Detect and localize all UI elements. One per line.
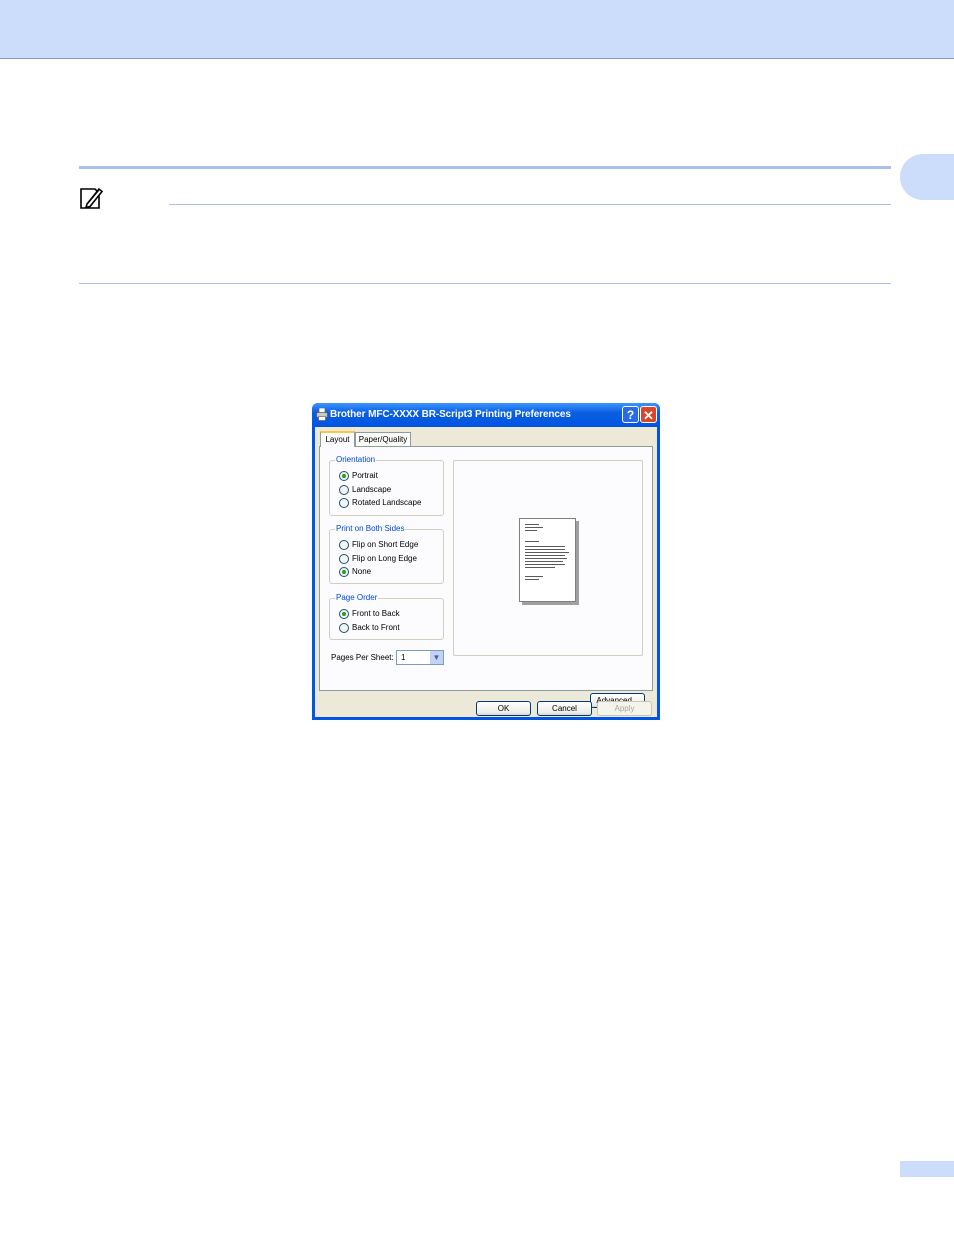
- text-line-icon: [525, 561, 563, 562]
- dialog-title: Brother MFC-XXXX BR-Script3 Printing Pre…: [330, 409, 571, 420]
- text-line-icon: [525, 555, 565, 556]
- pages-per-sheet-select[interactable]: 1 ▼: [396, 650, 444, 665]
- radio-button-icon[interactable]: [339, 498, 349, 508]
- tab-layout[interactable]: Layout: [320, 431, 355, 447]
- close-button[interactable]: ✕: [640, 406, 657, 423]
- note-rule-bottom: [79, 283, 891, 284]
- radio-label: Rotated Landscape: [352, 498, 422, 507]
- chevron-down-icon[interactable]: ▼: [430, 651, 443, 664]
- section-rule: [79, 166, 891, 169]
- radio-button-icon[interactable]: [339, 471, 349, 481]
- radio-label: Front to Back: [352, 609, 400, 618]
- orientation-group-label: Orientation: [335, 455, 377, 465]
- radio-label: Flip on Short Edge: [352, 540, 419, 549]
- cancel-button[interactable]: Cancel: [537, 701, 592, 716]
- chapter-tab: [900, 154, 954, 200]
- pages-per-sheet-label: Pages Per Sheet:: [331, 653, 394, 662]
- header-band: [0, 0, 954, 59]
- page-order-group-label: Page Order: [335, 593, 379, 603]
- radio-label: Back to Front: [352, 623, 400, 632]
- printing-preferences-dialog: Brother MFC-XXXX BR-Script3 Printing Pre…: [312, 403, 660, 720]
- ok-button[interactable]: OK: [476, 701, 531, 716]
- radio-label: Landscape: [352, 485, 392, 494]
- layout-preview: [453, 460, 643, 656]
- help-button[interactable]: ?: [622, 406, 639, 423]
- radio-label: None: [352, 567, 372, 576]
- radio-label: Portrait: [352, 471, 378, 480]
- both-sides-group-label: Print on Both Sides: [335, 524, 406, 534]
- note-rule-top: [169, 204, 891, 205]
- orientation-group: Orientation Portrait Landscape Rotated L…: [329, 455, 444, 516]
- printer-icon: [316, 408, 328, 421]
- print-on-both-sides-group: Print on Both Sides Flip on Short Edge F…: [329, 524, 444, 584]
- text-line-icon: [525, 579, 539, 580]
- text-line-icon: [525, 564, 565, 565]
- text-line-icon: [525, 576, 543, 577]
- text-line-icon: [525, 530, 537, 531]
- page-number-tab: [900, 1161, 954, 1177]
- radio-button-icon[interactable]: [339, 567, 349, 577]
- text-line-icon: [525, 558, 567, 559]
- radio-button-icon[interactable]: [339, 554, 349, 564]
- radio-button-icon[interactable]: [339, 485, 349, 495]
- apply-button[interactable]: Apply: [597, 701, 652, 716]
- page-preview-icon: [519, 518, 576, 602]
- dialog-titlebar[interactable]: Brother MFC-XXXX BR-Script3 Printing Pre…: [312, 403, 660, 427]
- page-order-group: Page Order Front to Back Back to Front: [329, 593, 444, 640]
- note-pencil-icon: [80, 187, 104, 209]
- tab-paper-quality[interactable]: Paper/Quality: [355, 432, 411, 446]
- text-line-icon: [525, 527, 543, 528]
- radio-button-icon[interactable]: [339, 623, 349, 633]
- text-line-icon: [525, 567, 555, 568]
- text-line-icon: [525, 546, 565, 547]
- layout-tab-panel: Orientation Portrait Landscape Rotated L…: [319, 446, 653, 708]
- pages-per-sheet-value: 1: [401, 653, 406, 662]
- radio-button-icon[interactable]: [339, 609, 349, 619]
- text-line-icon: [525, 552, 569, 553]
- radio-label: Flip on Long Edge: [352, 554, 417, 563]
- text-line-icon: [525, 524, 539, 525]
- radio-button-icon[interactable]: [339, 540, 349, 550]
- dialog-client-area: Layout Paper/Quality Orientation Portrai…: [315, 427, 657, 717]
- text-line-icon: [525, 549, 565, 550]
- text-line-icon: [525, 541, 539, 542]
